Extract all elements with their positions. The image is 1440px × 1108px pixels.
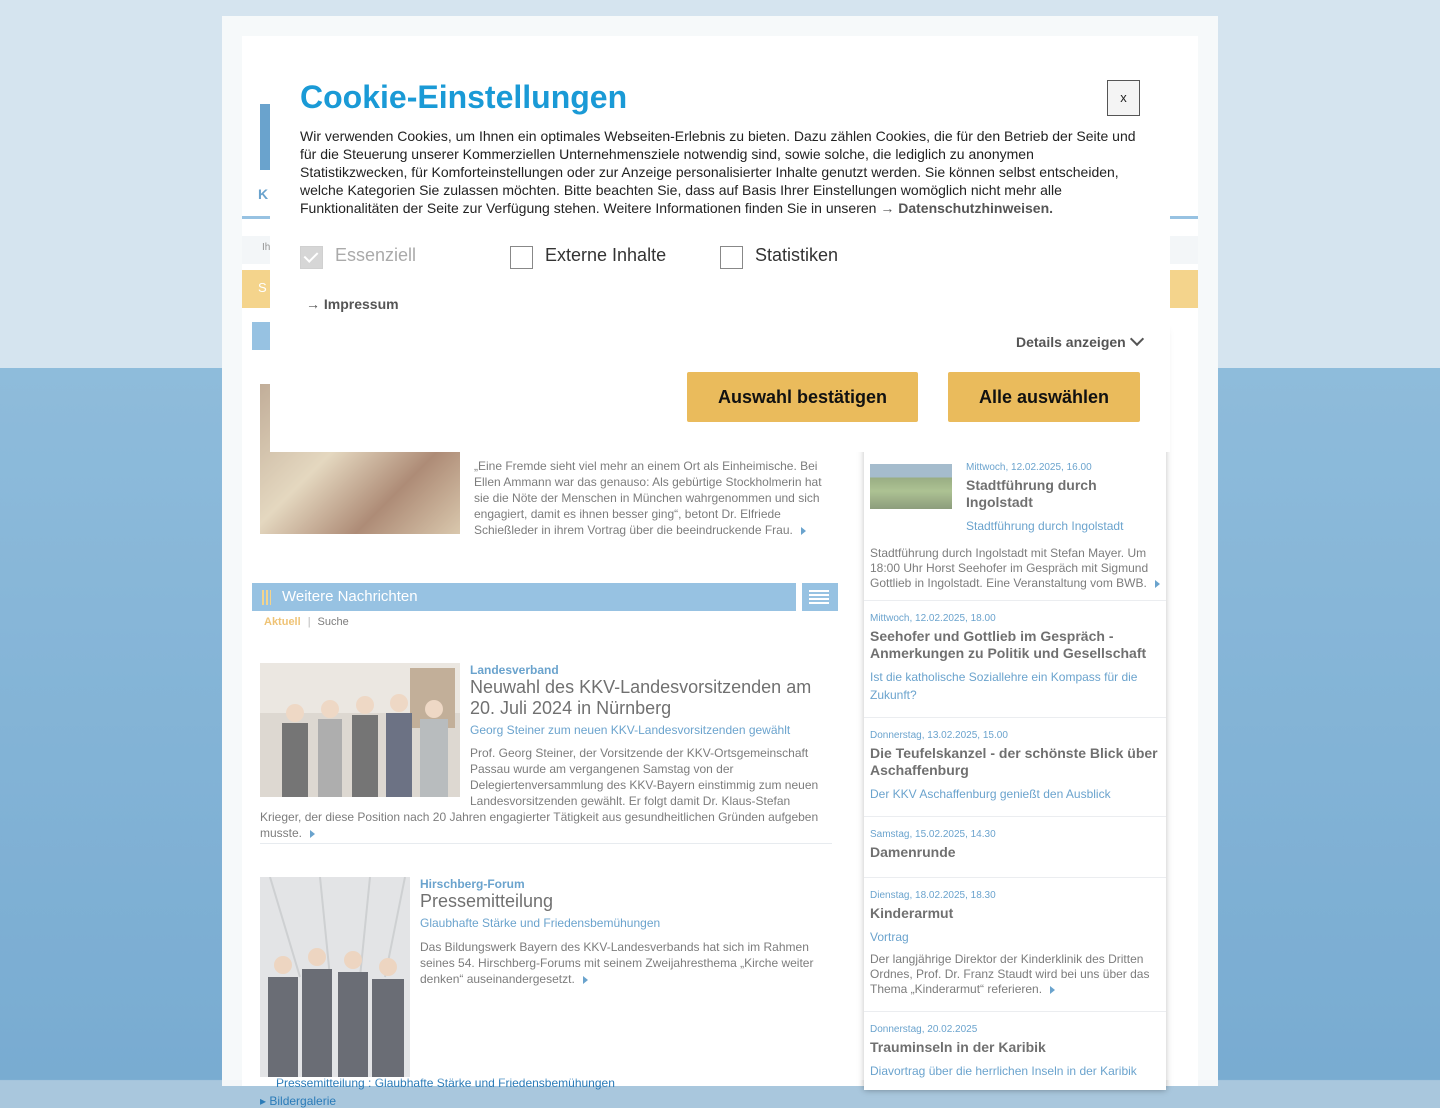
cookie-dialog-title: Cookie-Einstellungen xyxy=(300,79,628,115)
gallery-link-label: Bildergalerie xyxy=(269,1094,337,1108)
checkbox-statistiken[interactable] xyxy=(720,246,743,269)
cookie-description: Wir verwenden Cookies, um Ihnen ein opti… xyxy=(300,127,1140,217)
cookie-dialog: Cookie-Einstellungen x Wir verwenden Coo… xyxy=(270,50,1170,452)
close-button[interactable]: x xyxy=(1107,80,1140,116)
details-toggle-label: Details anzeigen xyxy=(1016,334,1126,350)
checkbox-essenziell xyxy=(300,246,323,269)
chevron-down-icon xyxy=(1129,331,1144,347)
details-toggle[interactable]: Details anzeigen xyxy=(1016,331,1144,350)
checkbox-externe-inhalte[interactable] xyxy=(510,246,533,269)
option-label[interactable]: Externe Inhalte xyxy=(545,245,666,266)
confirm-selection-button[interactable]: Auswahl bestätigen xyxy=(687,372,918,422)
privacy-link[interactable]: → Datenschutzhinweisen. xyxy=(880,200,1053,216)
option-label[interactable]: Statistiken xyxy=(755,245,838,266)
impressum-link[interactable]: → Impressum xyxy=(306,296,399,312)
option-label: Essenziell xyxy=(335,245,417,265)
gallery-link-2[interactable]: ▸ Bildergalerie xyxy=(260,1094,336,1108)
select-all-button[interactable]: Alle auswählen xyxy=(948,372,1140,422)
